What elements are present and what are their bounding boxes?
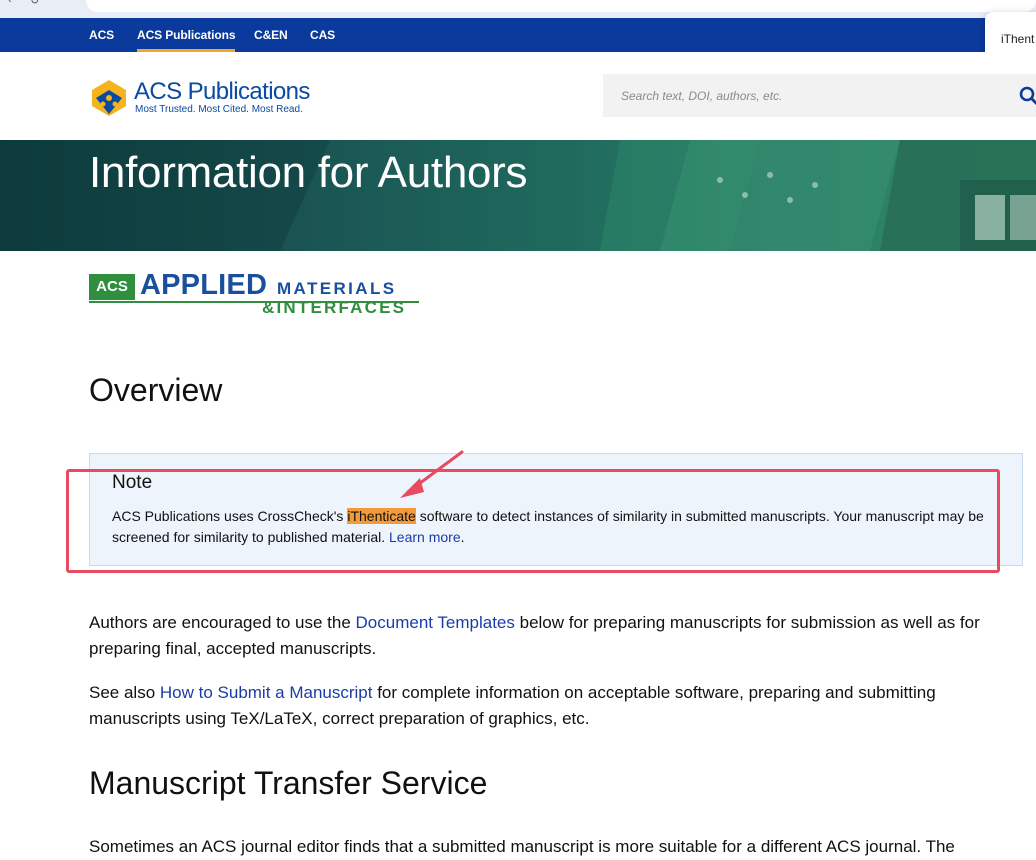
hero-banner: Information for Authors (0, 140, 1036, 251)
site-nav-bar: ACS ACS Publications C&EN CAS (0, 18, 1036, 52)
document-templates-link[interactable]: Document Templates (356, 613, 515, 632)
nav-cas[interactable]: CAS (310, 28, 335, 42)
nav-acs[interactable]: ACS (89, 28, 114, 42)
acs-publications-logo[interactable]: ACS Publications Most Trusted. Most Cite… (89, 78, 329, 118)
reload-icon[interactable]: ↻ (30, 0, 39, 7)
how-to-submit-link[interactable]: How to Submit a Manuscript (160, 683, 373, 702)
transfer-heading: Manuscript Transfer Service (89, 765, 487, 802)
logo-tagline: Most Trusted. Most Cited. Most Read. (135, 104, 303, 115)
note-title: Note (112, 472, 152, 494)
para1-before: Authors are encouraged to use the (89, 613, 356, 632)
popup-text: iThent (1001, 32, 1034, 46)
journal-logo-applied: APPLIED (140, 269, 267, 302)
page-title: Information for Authors (89, 148, 527, 198)
journal-logo-acs: ACS (89, 274, 135, 300)
note-text-before: ACS Publications uses CrossCheck's (112, 508, 347, 524)
templates-paragraph: Authors are encouraged to use the Docume… (89, 610, 1024, 662)
search-icon[interactable] (1019, 86, 1036, 111)
journal-logo: ACS APPLIED MATERIALS &INTERFACES (89, 271, 429, 319)
back-icon[interactable]: ‹ (8, 0, 12, 6)
overview-heading: Overview (89, 372, 222, 409)
learn-more-link[interactable]: Learn more (389, 529, 461, 545)
search-box (603, 74, 1036, 117)
site-header: ACS Publications Most Trusted. Most Cite… (0, 52, 1036, 140)
search-input[interactable] (619, 85, 983, 107)
note-body: ACS Publications uses CrossCheck's iThen… (112, 506, 1007, 548)
logo-brand-text: ACS Publications (134, 78, 310, 106)
note-box: Note ACS Publications uses CrossCheck's … (89, 453, 1023, 566)
nav-acs-publications[interactable]: ACS Publications (137, 28, 235, 42)
address-bar[interactable] (86, 0, 1036, 12)
ithenticate-highlight: iThenticate (347, 508, 415, 524)
nav-cen[interactable]: C&EN (254, 28, 288, 42)
transfer-paragraph: Sometimes an ACS journal editor finds th… (89, 834, 1024, 860)
note-period: . (461, 529, 465, 545)
submit-paragraph: See also How to Submit a Manuscript for … (89, 680, 1024, 732)
acs-hexagon-logo-icon (89, 78, 129, 118)
journal-logo-materials: MATERIALS (277, 279, 397, 299)
browser-toolbar: ‹ ↻ (0, 0, 1036, 18)
journal-logo-interfaces: &INTERFACES (262, 298, 406, 318)
para2-before: See also (89, 683, 160, 702)
